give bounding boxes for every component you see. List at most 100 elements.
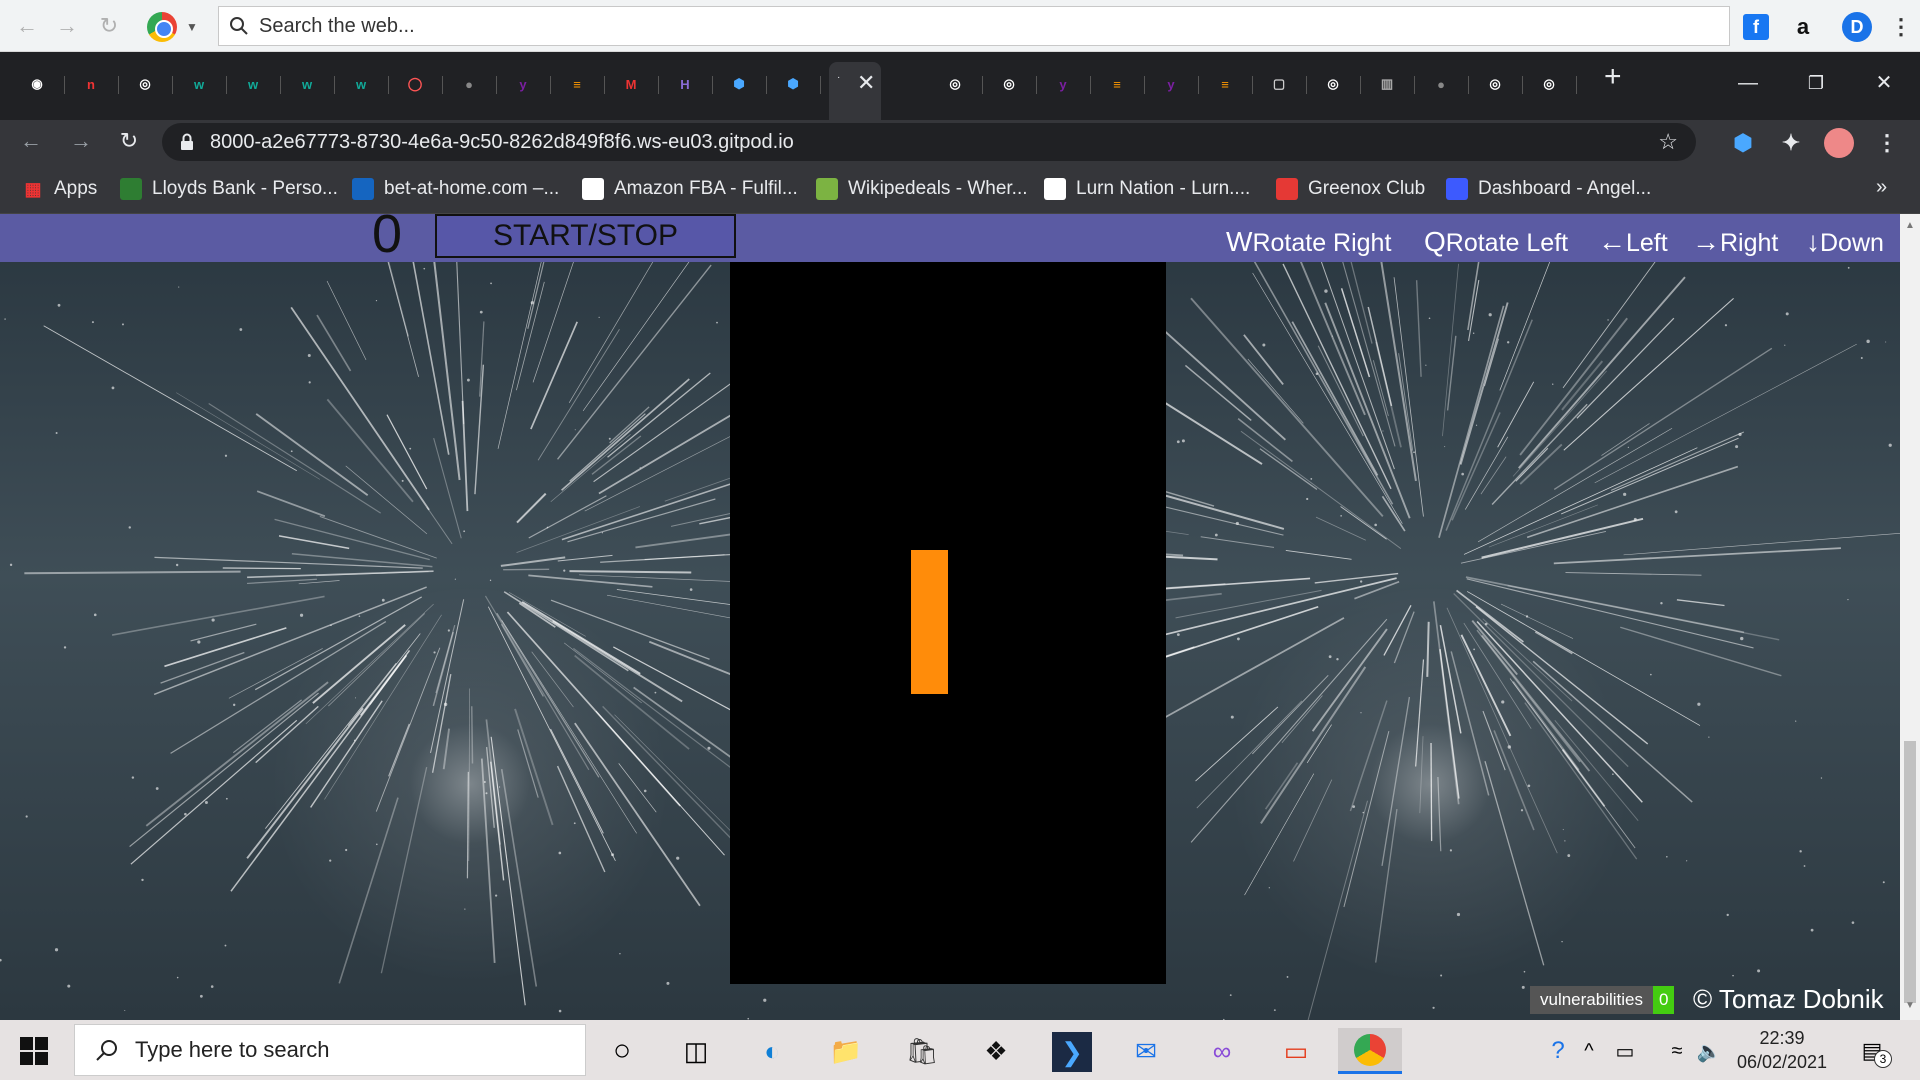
bookmark-item[interactable]: Amazon FBA - Fulfil... — [582, 176, 798, 202]
menu-dots-icon[interactable]: ⋮ — [1886, 12, 1916, 42]
browser-tab-29[interactable]: ◎ — [1524, 64, 1574, 104]
browser-tab-2[interactable]: n — [66, 64, 116, 104]
bookmark-apps[interactable]: ▦ Apps — [22, 176, 97, 202]
star-dot — [1525, 615, 1529, 618]
battery-icon[interactable]: ▭ — [1610, 1028, 1640, 1074]
powershell-icon[interactable]: ❯ — [1052, 1032, 1092, 1072]
web-search-input[interactable]: Search the web... — [218, 6, 1730, 46]
window-close-icon[interactable]: ✕ — [1864, 68, 1904, 98]
star-streak — [1398, 353, 1414, 451]
refresh-icon[interactable]: ↻ — [116, 128, 142, 154]
scroll-thumb[interactable] — [1904, 741, 1916, 1003]
browser-tab-5[interactable]: w — [228, 64, 278, 104]
more-bookmarks-icon[interactable]: » — [1876, 176, 1887, 199]
browser-tab-18[interactable]: ◎ — [930, 64, 980, 104]
star-dot — [1740, 636, 1744, 641]
puzzle-extensions-icon[interactable]: ✦ — [1776, 128, 1806, 158]
amazon-icon[interactable]: a — [1788, 12, 1818, 42]
store-icon[interactable]: 🛍 — [896, 1028, 948, 1074]
bookmark-item[interactable]: Wikipedeals - Wher... — [816, 176, 1028, 202]
start-stop-button[interactable]: START/STOP — [435, 214, 736, 258]
cortana-icon[interactable]: ○ — [596, 1028, 648, 1074]
browser-tab-9[interactable]: ● — [444, 64, 494, 104]
task-view-icon[interactable]: ◫ — [670, 1028, 722, 1074]
browser-tab-7[interactable]: w — [336, 64, 386, 104]
active-tab[interactable]: · ✕ — [829, 62, 881, 120]
star-icon[interactable]: ☆ — [1658, 129, 1678, 155]
browser-tab-8[interactable]: ◯ — [390, 64, 440, 104]
url-field[interactable]: 8000-a2e67773-8730-4e6a-9c50-8262d849f8f… — [162, 123, 1696, 161]
browser-tab-13[interactable]: H — [660, 64, 710, 104]
star-streak — [561, 378, 690, 491]
taskbar-search-input[interactable]: Type here to search — [74, 1024, 586, 1076]
control-hint: QRotate Left — [1424, 226, 1568, 258]
visual-studio-icon[interactable]: ∞ — [1196, 1028, 1248, 1074]
chrome-taskbar-icon[interactable] — [1338, 1028, 1402, 1074]
hexagon-extension-icon[interactable]: ⬢ — [1728, 128, 1758, 158]
bookmark-item[interactable]: bet-at-home.com –... — [352, 176, 559, 202]
vulnerabilities-badge[interactable]: vulnerabilities 0 — [1530, 986, 1675, 1014]
bookmark-item[interactable]: Dashboard - Angel... — [1446, 176, 1651, 202]
minimize-icon[interactable]: — — [1728, 68, 1768, 98]
browser-tab-24[interactable]: ▢ — [1254, 64, 1304, 104]
browser-menu-icon[interactable]: ⋮ — [1872, 128, 1902, 158]
windows-start-icon[interactable] — [18, 1035, 48, 1065]
browser-tab-26[interactable]: ▥ — [1362, 64, 1412, 104]
chrome-logo-icon[interactable] — [147, 12, 177, 42]
browser-tab-14[interactable]: ⬢ — [714, 64, 764, 104]
star-streak — [582, 257, 693, 412]
browser-tab-21[interactable]: ≡ — [1092, 64, 1142, 104]
bookmark-item[interactable]: Greenox Club — [1276, 176, 1425, 202]
browser-tab-4[interactable]: w — [174, 64, 224, 104]
browser-tab-11[interactable]: ≡ — [552, 64, 602, 104]
star-dot — [141, 878, 144, 882]
bookmark-item[interactable]: Lloyds Bank - Perso... — [120, 176, 338, 202]
browser-tab-10[interactable]: y — [498, 64, 548, 104]
browser-tab-3[interactable]: ◎ — [120, 64, 170, 104]
browser-tab-28[interactable]: ◎ — [1470, 64, 1520, 104]
tray-chevron-icon[interactable]: ^ — [1574, 1028, 1604, 1074]
back-arrow-icon[interactable]: ← — [14, 13, 40, 39]
scroll-down-icon[interactable]: ▼ — [1904, 1000, 1916, 1014]
wifi-icon[interactable]: ≈ — [1662, 1028, 1692, 1074]
browser-tab-1[interactable]: ◉ — [12, 64, 62, 104]
notifications-icon[interactable]: ▤ 3 — [1852, 1028, 1892, 1074]
clock[interactable]: 22:39 06/02/2021 — [1734, 1026, 1830, 1074]
notification-count: 3 — [1874, 1050, 1892, 1068]
star-streak — [550, 728, 604, 834]
forward-icon[interactable]: → — [68, 128, 94, 154]
chevron-down-icon[interactable]: ▼ — [186, 20, 198, 34]
mail-icon[interactable]: ✉ — [1120, 1028, 1172, 1074]
page-scrollbar[interactable]: ▲ ▼ — [1900, 214, 1920, 1020]
star-dot — [454, 578, 456, 580]
browser-tab-6[interactable]: w — [282, 64, 332, 104]
browser-tab-19[interactable]: ◎ — [984, 64, 1034, 104]
browser-tab-12[interactable]: M — [606, 64, 656, 104]
facebook-icon[interactable]: f — [1743, 14, 1769, 40]
tab-separator — [334, 76, 335, 94]
restore-icon[interactable]: ❐ — [1796, 68, 1836, 98]
forward-arrow-icon[interactable]: → — [54, 13, 80, 39]
close-tab-icon[interactable]: ✕ — [857, 70, 875, 96]
bookmark-item[interactable]: Lurn Nation - Lurn.... — [1044, 176, 1250, 202]
tab-favicon-icon: ≡ — [573, 76, 581, 92]
browser-tab-20[interactable]: y — [1038, 64, 1088, 104]
file-explorer-icon[interactable]: 📁 — [820, 1028, 872, 1074]
browser-tab-25[interactable]: ◎ — [1308, 64, 1358, 104]
edge-icon[interactable]: ◐ — [746, 1028, 798, 1074]
back-icon[interactable]: ← — [18, 128, 44, 154]
office-icon[interactable]: ▭ — [1270, 1028, 1322, 1074]
reload-icon[interactable]: ↻ — [96, 13, 122, 39]
profile-d-icon[interactable]: D — [1842, 12, 1872, 42]
browser-tab-23[interactable]: ≡ — [1200, 64, 1250, 104]
dropbox-icon[interactable]: ❖ — [970, 1028, 1022, 1074]
browser-tab-22[interactable]: y — [1146, 64, 1196, 104]
browser-tab-15[interactable]: ⬢ — [768, 64, 818, 104]
profile-avatar-icon[interactable] — [1824, 128, 1854, 158]
star-streak — [310, 700, 383, 808]
star-dot — [1552, 383, 1554, 385]
new-tab-icon[interactable]: + — [1604, 60, 1622, 94]
volume-icon[interactable]: 🔈 — [1694, 1028, 1724, 1074]
scroll-up-icon[interactable]: ▲ — [1904, 220, 1916, 234]
browser-tab-27[interactable]: ● — [1416, 64, 1466, 104]
